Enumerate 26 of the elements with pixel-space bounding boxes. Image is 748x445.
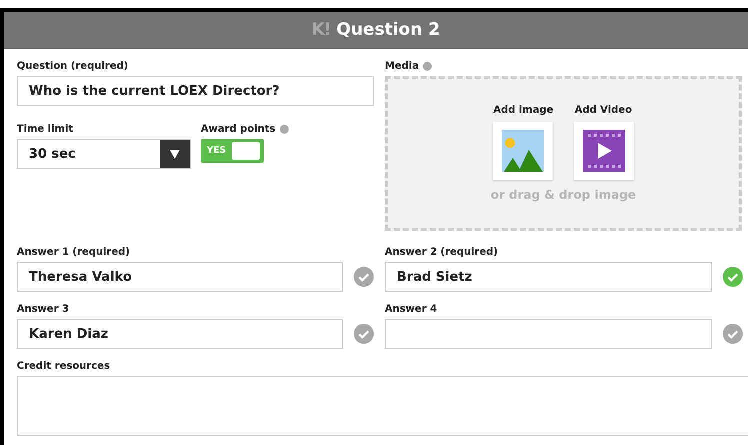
caret-icon [160, 140, 190, 168]
answer-field[interactable]: Theresa Valko [17, 262, 343, 292]
field-label: Answer 2 (required) [385, 247, 500, 258]
drop-hint: or drag & drop image [490, 188, 636, 202]
field-label: Question (required) [17, 61, 130, 72]
field-label: Credit resources [17, 361, 112, 372]
media-drop-zone[interactable]: Add image Add Video or drag & drop image [385, 76, 742, 231]
credit-resources-field[interactable] [17, 376, 748, 436]
field-label: Answer 4 [385, 304, 438, 315]
landscape-icon [502, 130, 544, 172]
field-label: Answer 3 [17, 304, 70, 315]
answer-field[interactable]: Brad Sietz [385, 262, 712, 292]
answer-field[interactable] [385, 319, 712, 349]
video-icon [582, 130, 625, 172]
question-field[interactable]: Who is the current LOEX Director? [17, 76, 374, 106]
field-label: Answer 1 (required) [17, 247, 132, 258]
answer-field[interactable]: Karen Diaz [17, 319, 343, 349]
field-label: Award points [201, 124, 276, 135]
check-icon[interactable] [723, 324, 743, 344]
window-title: Question 2 [336, 20, 440, 40]
check-icon[interactable] [354, 267, 374, 287]
field-label: Time limit [17, 124, 74, 135]
check-icon[interactable] [354, 324, 374, 344]
time-limit-dropdown[interactable]: 30 sec [17, 139, 191, 169]
field-label: Media [385, 61, 420, 72]
check-icon[interactable] [723, 267, 743, 287]
